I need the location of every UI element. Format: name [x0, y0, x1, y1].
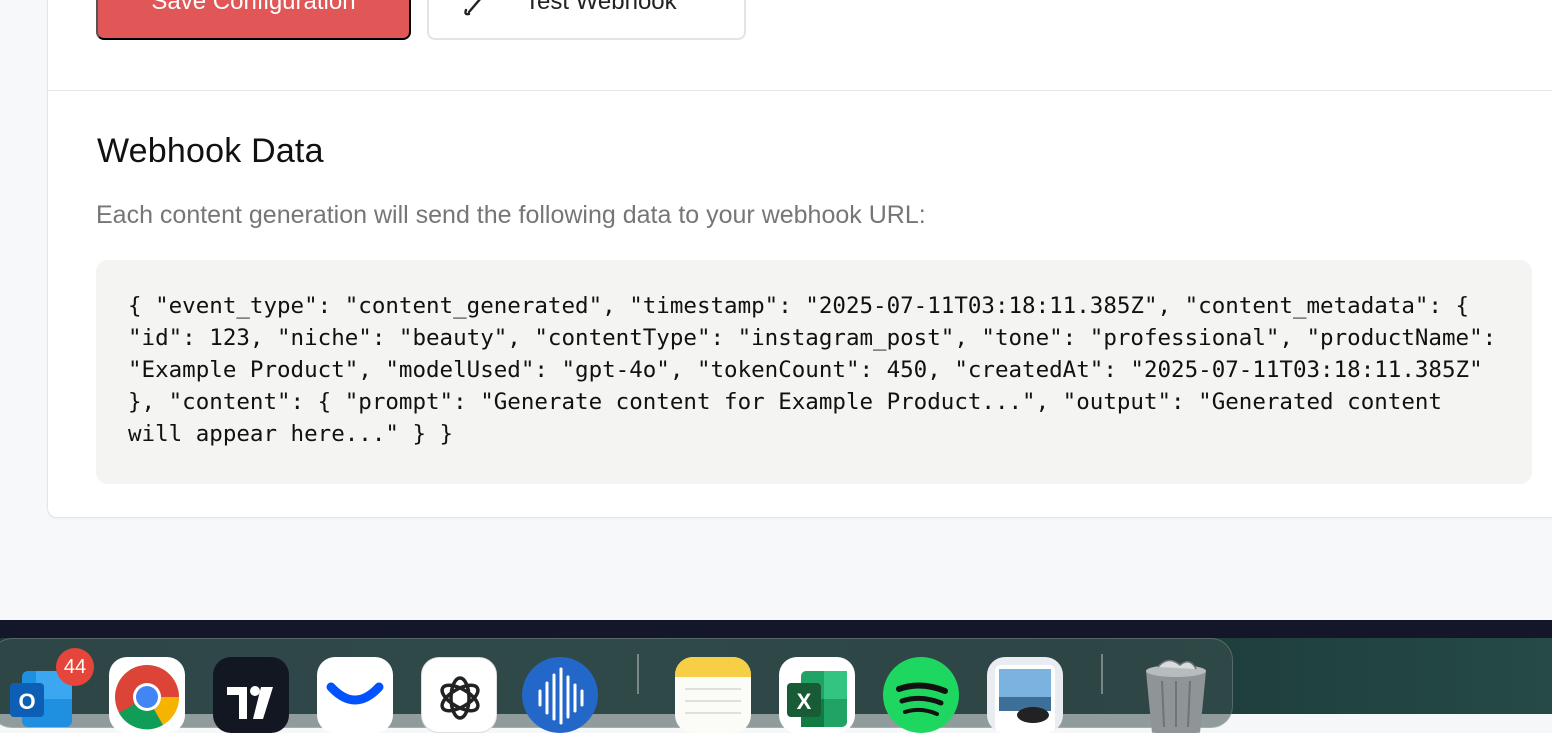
notes-icon[interactable]	[675, 657, 751, 733]
trash-icon[interactable]	[1138, 657, 1214, 733]
audio-app-icon[interactable]	[522, 657, 598, 733]
webhook-data-title: Webhook Data	[97, 132, 324, 170]
save-configuration-button[interactable]: Save Configuration	[96, 0, 411, 40]
svg-text:O: O	[18, 689, 35, 714]
test-webhook-button[interactable]: Test Webhook	[427, 0, 746, 40]
app-page: Save Configuration Test Webhook Webhook …	[0, 0, 1552, 620]
screen-edge-strip	[0, 620, 1552, 638]
excel-icon[interactable]: X	[779, 657, 855, 733]
outlook-unread-badge: 44	[56, 648, 94, 686]
section-divider	[48, 90, 1552, 91]
coinbase-icon[interactable]	[317, 657, 393, 733]
chatgpt-icon[interactable]	[421, 657, 497, 733]
webhook-data-description: Each content generation will send the fo…	[96, 201, 926, 229]
chrome-icon[interactable]	[109, 657, 185, 733]
webhook-payload-code-block: { "event_type": "content_generated", "ti…	[96, 260, 1532, 484]
dock-separator	[637, 654, 639, 694]
svg-text:X: X	[797, 689, 812, 714]
test-webhook-label: Test Webhook	[525, 0, 677, 15]
save-configuration-label: Save Configuration	[151, 0, 356, 15]
webhook-payload-json: { "event_type": "content_generated", "ti…	[128, 293, 1510, 447]
link-icon	[464, 0, 481, 16]
tradingview-icon[interactable]	[213, 657, 289, 733]
preview-icon[interactable]	[987, 657, 1063, 733]
spotify-icon[interactable]	[883, 657, 959, 733]
dock-separator	[1101, 654, 1103, 694]
